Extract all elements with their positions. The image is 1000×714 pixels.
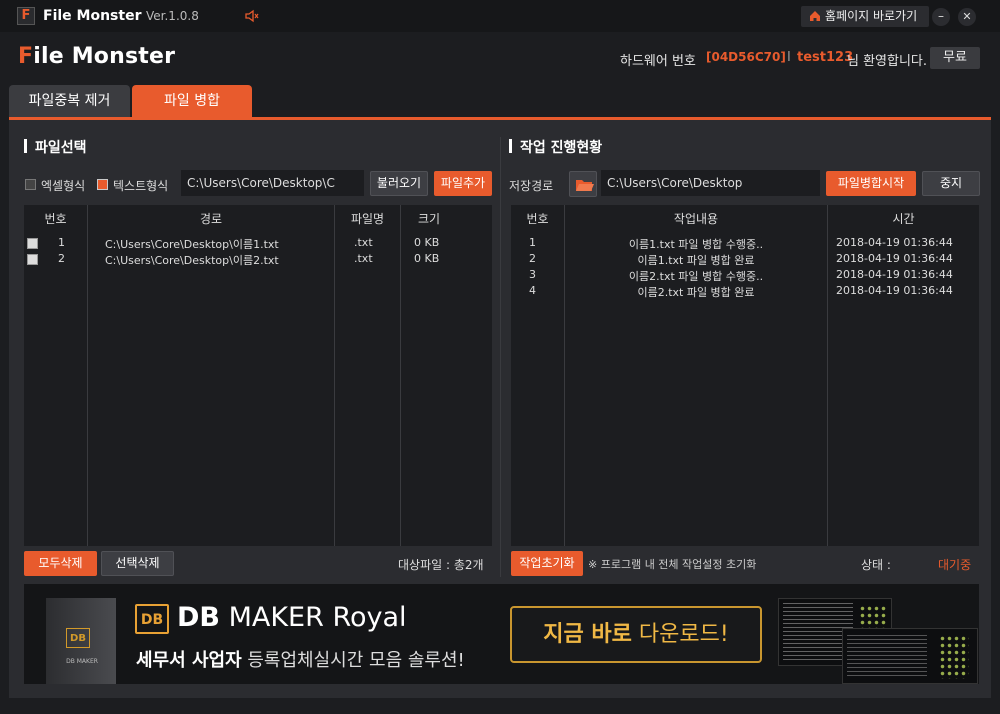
app-name: File Monster bbox=[43, 8, 142, 24]
excel-format-label: 엑셀형식 bbox=[41, 179, 86, 193]
brand-logo: File Monster bbox=[18, 44, 175, 69]
version-label: Ver.1.0.8 bbox=[146, 9, 199, 23]
column-header-size[interactable]: 크기 bbox=[401, 205, 457, 233]
table-row[interactable]: 3 이름2.txt 파일 병합 수행중.. 2018-04-19 01:36:4… bbox=[511, 268, 979, 284]
reset-tasks-button[interactable]: 작업초기화 bbox=[511, 551, 583, 576]
ad-tagline: 세무서 사업자 등록업체실시간 모음 솔루션! bbox=[136, 646, 465, 672]
minimize-button[interactable]: – bbox=[932, 8, 950, 26]
row-time: 2018-04-19 01:36:44 bbox=[836, 236, 953, 249]
header-separator: I bbox=[787, 50, 791, 65]
row-task: 이름2.txt 파일 병합 완료 bbox=[637, 286, 755, 299]
cta-rest: 다운로드! bbox=[631, 622, 729, 647]
reset-note: ※ 프로그램 내 전체 작업설정 초기화 bbox=[588, 558, 757, 571]
ad-product-name: DB MAKER Royal bbox=[177, 602, 407, 633]
row-number: 2 bbox=[58, 252, 65, 265]
row-filename: .txt bbox=[354, 236, 373, 249]
save-path-label: 저장경로 bbox=[509, 179, 554, 193]
row-checkbox[interactable] bbox=[27, 238, 38, 249]
db-logo-icon: DB bbox=[135, 604, 169, 634]
column-header-time[interactable]: 시간 bbox=[828, 205, 979, 233]
row-time: 2018-04-19 01:36:44 bbox=[836, 252, 953, 265]
progress-table: 번호 작업내용 시간 1 이름1.txt 파일 병합 수행중.. 2018-04… bbox=[511, 205, 979, 546]
text-format-checkbox[interactable] bbox=[97, 179, 108, 190]
file-list-table: 번호 경로 파일명 크기 1 C:\Users\Core\Desktop\이름1… bbox=[24, 205, 492, 546]
plan-badge-button[interactable]: 무료 bbox=[930, 47, 980, 69]
table-row[interactable]: 2 C:\Users\Core\Desktop\이름2.txt .txt 0 K… bbox=[24, 252, 492, 268]
table-row[interactable]: 4 이름2.txt 파일 병합 완료 2018-04-19 01:36:44 bbox=[511, 284, 979, 300]
section-marker bbox=[509, 139, 512, 153]
table-row[interactable]: 1 이름1.txt 파일 병합 수행중.. 2018-04-19 01:36:4… bbox=[511, 236, 979, 252]
delete-selected-button[interactable]: 선택삭제 bbox=[101, 551, 174, 576]
progress-title: 작업 진행현황 bbox=[520, 140, 603, 156]
app-logo-icon: F bbox=[17, 7, 35, 25]
box-logo: DB bbox=[66, 628, 90, 648]
home-icon bbox=[810, 11, 820, 21]
row-path: C:\Users\Core\Desktop\이름2.txt bbox=[105, 254, 279, 267]
save-path-input[interactable]: C:\Users\Core\Desktop bbox=[601, 170, 820, 196]
column-header-path[interactable]: 경로 bbox=[88, 205, 334, 233]
row-time: 2018-04-19 01:36:44 bbox=[836, 284, 953, 297]
product-screenshot-image bbox=[842, 628, 978, 684]
brand-rest: ile Monster bbox=[33, 44, 176, 69]
tab-file-merge[interactable]: 파일 병합 bbox=[132, 85, 252, 117]
hardware-label: 하드웨어 번호 bbox=[620, 54, 696, 69]
close-button[interactable]: ✕ bbox=[958, 8, 976, 26]
ad-product-rest: MAKER Royal bbox=[220, 602, 407, 633]
homepage-button[interactable]: 홈페이지 바로가기 bbox=[801, 6, 929, 27]
section-marker bbox=[24, 139, 27, 153]
row-filename: .txt bbox=[354, 252, 373, 265]
row-task: 이름1.txt 파일 병합 수행중.. bbox=[628, 238, 764, 251]
status-label: 상태 : bbox=[861, 558, 891, 572]
speaker-icon[interactable] bbox=[244, 8, 260, 24]
brand-first-letter: F bbox=[18, 44, 34, 69]
status-value: 대기중 bbox=[938, 558, 972, 572]
box-label: DB MAKER bbox=[66, 658, 98, 665]
stop-button[interactable]: 중지 bbox=[922, 171, 980, 196]
start-merge-button[interactable]: 파일병합시작 bbox=[826, 171, 916, 196]
row-number: 1 bbox=[529, 236, 536, 249]
row-number: 3 bbox=[529, 268, 536, 281]
row-number: 4 bbox=[529, 284, 536, 297]
hardware-number: [04D56C70] bbox=[706, 50, 786, 64]
text-format-label: 텍스트형식 bbox=[113, 179, 169, 193]
row-task: 이름1.txt 파일 병합 완료 bbox=[637, 254, 755, 267]
folder-icon bbox=[576, 180, 594, 191]
ad-banner[interactable]: DB DB MAKER DB DB MAKER Royal 세무서 사업자 등록… bbox=[24, 584, 979, 684]
table-row[interactable]: 2 이름1.txt 파일 병합 완료 2018-04-19 01:36:44 bbox=[511, 252, 979, 268]
excel-format-checkbox[interactable] bbox=[25, 179, 36, 190]
add-file-button[interactable]: 파일추가 bbox=[434, 171, 492, 196]
tab-duplicate-removal[interactable]: 파일중복 제거 bbox=[9, 85, 130, 117]
ad-tagline-bold: 세무서 사업자 bbox=[136, 650, 242, 671]
product-box-image: DB DB MAKER bbox=[46, 598, 116, 684]
row-path: C:\Users\Core\Desktop\이름1.txt bbox=[105, 238, 279, 251]
user-id: test123 bbox=[797, 50, 854, 65]
column-header-task[interactable]: 작업내용 bbox=[565, 205, 827, 233]
column-header-number[interactable]: 번호 bbox=[511, 205, 564, 233]
ad-tagline-rest: 등록업체실시간 모음 솔루션! bbox=[241, 650, 465, 671]
source-path-input[interactable]: C:\Users\Core\Desktop\C bbox=[181, 170, 364, 196]
row-number: 1 bbox=[58, 236, 65, 249]
file-select-title: 파일선택 bbox=[35, 140, 87, 156]
row-time: 2018-04-19 01:36:44 bbox=[836, 268, 953, 281]
row-size: 0 KB bbox=[414, 236, 440, 249]
row-size: 0 KB bbox=[414, 252, 440, 265]
delete-all-button[interactable]: 모두삭제 bbox=[24, 551, 97, 576]
panel-divider bbox=[500, 137, 501, 577]
table-row[interactable]: 1 C:\Users\Core\Desktop\이름1.txt .txt 0 K… bbox=[24, 236, 492, 252]
homepage-button-label: 홈페이지 바로가기 bbox=[825, 9, 918, 23]
load-button[interactable]: 불러오기 bbox=[370, 171, 428, 196]
download-cta-button[interactable]: 지금 바로 다운로드! bbox=[510, 606, 762, 663]
welcome-text: 님 환영합니다. bbox=[847, 54, 928, 69]
row-checkbox[interactable] bbox=[27, 254, 38, 265]
row-number: 2 bbox=[529, 252, 536, 265]
ad-product-bold: DB bbox=[177, 602, 220, 633]
column-header-filename[interactable]: 파일명 bbox=[335, 205, 400, 233]
row-task: 이름2.txt 파일 병합 수행중.. bbox=[628, 270, 764, 283]
column-header-number[interactable]: 번호 bbox=[24, 205, 87, 233]
folder-open-button[interactable] bbox=[569, 171, 597, 197]
target-file-count: 대상파일 : 총2개 bbox=[398, 558, 484, 572]
cta-bold: 지금 바로 bbox=[543, 622, 632, 647]
